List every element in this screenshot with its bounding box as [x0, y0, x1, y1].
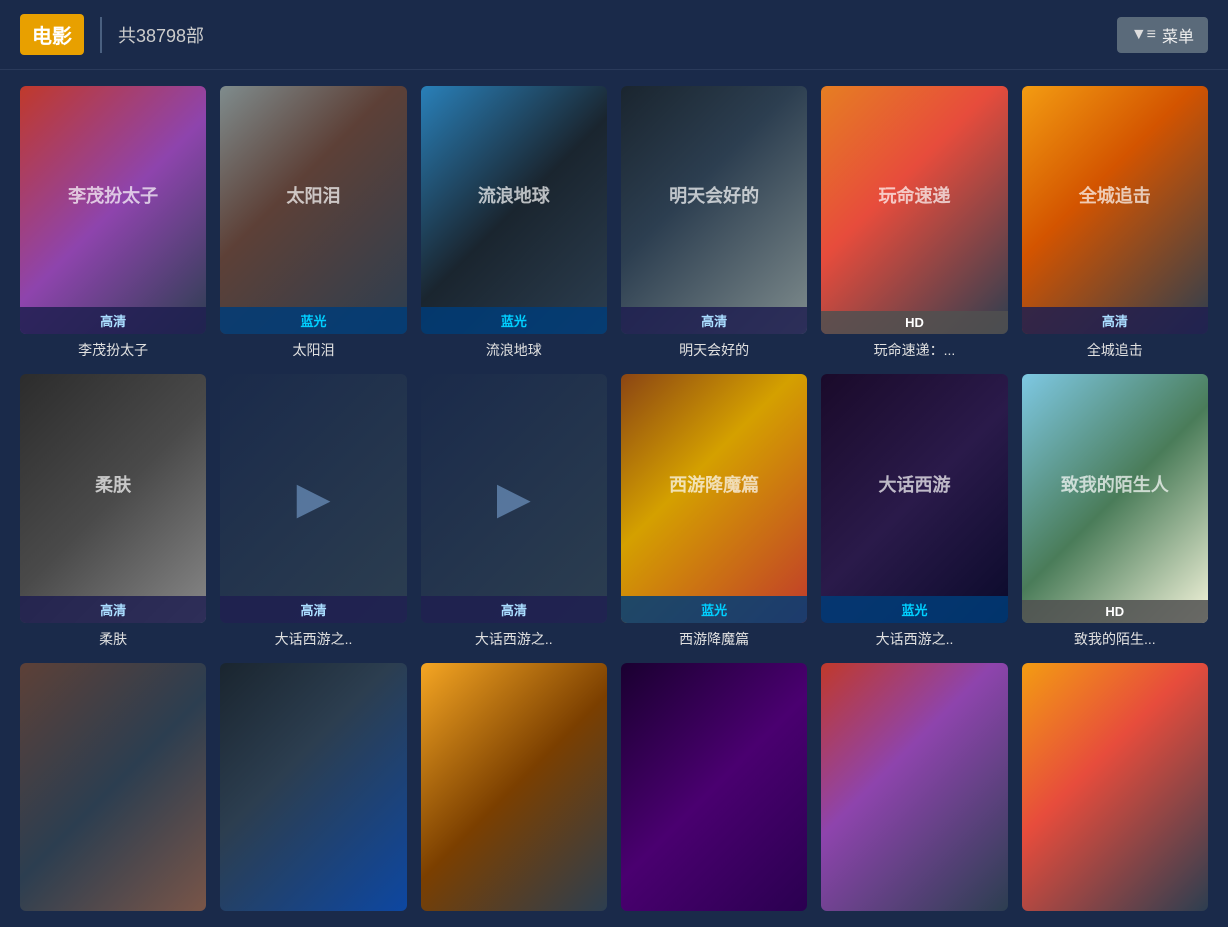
movie-poster: 致我的陌生人 HD — [1022, 374, 1208, 622]
movie-poster — [20, 663, 206, 911]
poster-overlay-text: 明天会好的 — [621, 86, 807, 304]
poster-overlay-text: 流浪地球 — [421, 86, 607, 304]
quality-badge: 高清 — [1022, 307, 1208, 334]
movie-poster: 柔肤高清 — [20, 374, 206, 622]
poster-overlay-text: 西游降魔篇 — [621, 374, 807, 592]
movie-poster: 玩命速递 HD — [821, 86, 1007, 334]
movie-item[interactable] — [621, 663, 807, 911]
poster-overlay-text: 李茂扮太子 — [20, 86, 206, 304]
quality-badge: 蓝光 — [220, 307, 406, 334]
movie-poster: 李茂扮太子高清 — [20, 86, 206, 334]
movie-title: 大话西游之.. — [220, 629, 406, 649]
app-logo: 电影 — [20, 14, 84, 55]
movie-item[interactable]: 流浪地球蓝光流浪地球 — [421, 86, 607, 360]
movie-item[interactable]: ▶高清大话西游之.. — [220, 374, 406, 648]
quality-badge: 高清 — [621, 307, 807, 334]
movie-item[interactable]: 致我的陌生人 HD 致我的陌生... — [1022, 374, 1208, 648]
movie-poster: 明天会好的高清 — [621, 86, 807, 334]
movie-poster: 西游降魔篇蓝光 — [621, 374, 807, 622]
movie-title: 致我的陌生... — [1022, 629, 1208, 649]
quality-badge: 高清 — [220, 596, 406, 623]
movie-poster — [821, 663, 1007, 911]
movie-poster — [621, 663, 807, 911]
movie-title: 全城追击 — [1022, 340, 1208, 360]
movie-item[interactable]: 全城追击高清全城追击 — [1022, 86, 1208, 360]
movie-title: 流浪地球 — [421, 340, 607, 360]
quality-badge: HD — [1022, 600, 1208, 623]
movie-item[interactable]: 柔肤高清柔肤 — [20, 374, 206, 648]
movie-grid: 李茂扮太子高清李茂扮太子太阳泪蓝光太阳泪流浪地球蓝光流浪地球明天会好的高清明天会… — [0, 70, 1228, 927]
movie-title: 明天会好的 — [621, 340, 807, 360]
quality-badge: 高清 — [20, 596, 206, 623]
movie-item[interactable]: 明天会好的高清明天会好的 — [621, 86, 807, 360]
movie-item[interactable]: 大话西游蓝光大话西游之.. — [821, 374, 1007, 648]
movie-poster — [421, 663, 607, 911]
menu-button[interactable]: ▼≡ 菜单 — [1117, 17, 1208, 53]
quality-badge: 蓝光 — [621, 596, 807, 623]
filter-icon: ▼≡ — [1131, 26, 1156, 44]
movie-item[interactable]: ▶高清大话西游之.. — [421, 374, 607, 648]
movie-poster — [220, 663, 406, 911]
play-icon: ▶ — [220, 374, 406, 622]
movie-title: 柔肤 — [20, 629, 206, 649]
movie-poster: ▶高清 — [421, 374, 607, 622]
movie-poster: 大话西游蓝光 — [821, 374, 1007, 622]
movie-poster: 全城追击高清 — [1022, 86, 1208, 334]
movie-poster: 流浪地球蓝光 — [421, 86, 607, 334]
movie-item[interactable] — [220, 663, 406, 911]
movie-item[interactable]: 太阳泪蓝光太阳泪 — [220, 86, 406, 360]
movie-count: 共38798部 — [118, 22, 204, 48]
poster-overlay-text: 大话西游 — [821, 374, 1007, 592]
menu-label: 菜单 — [1162, 23, 1194, 47]
quality-badge: 蓝光 — [421, 307, 607, 334]
quality-badge: 高清 — [421, 596, 607, 623]
movie-item[interactable] — [20, 663, 206, 911]
movie-item[interactable] — [821, 663, 1007, 911]
poster-overlay-text: 玩命速递 — [821, 86, 1007, 304]
movie-item[interactable] — [1022, 663, 1208, 911]
movie-poster: 太阳泪蓝光 — [220, 86, 406, 334]
poster-overlay-text: 全城追击 — [1022, 86, 1208, 304]
movie-title: 西游降魔篇 — [621, 629, 807, 649]
header-divider — [100, 17, 102, 53]
movie-poster: ▶高清 — [220, 374, 406, 622]
movie-item[interactable] — [421, 663, 607, 911]
movie-title: 李茂扮太子 — [20, 340, 206, 360]
poster-overlay-text: 致我的陌生人 — [1022, 374, 1208, 592]
movie-poster — [1022, 663, 1208, 911]
header: 电影 共38798部 ▼≡ 菜单 — [0, 0, 1228, 70]
poster-overlay-text: 柔肤 — [20, 374, 206, 592]
poster-overlay-text: 太阳泪 — [220, 86, 406, 304]
quality-badge: 蓝光 — [821, 596, 1007, 623]
quality-badge: 高清 — [20, 307, 206, 334]
movie-title: 太阳泪 — [220, 340, 406, 360]
movie-item[interactable]: 玩命速递 HD 玩命速递：... — [821, 86, 1007, 360]
movie-title: 大话西游之.. — [421, 629, 607, 649]
play-icon: ▶ — [421, 374, 607, 622]
movie-item[interactable]: 李茂扮太子高清李茂扮太子 — [20, 86, 206, 360]
movie-item[interactable]: 西游降魔篇蓝光西游降魔篇 — [621, 374, 807, 648]
quality-badge: HD — [821, 311, 1007, 334]
movie-title: 大话西游之.. — [821, 629, 1007, 649]
movie-title: 玩命速递：... — [821, 340, 1007, 360]
